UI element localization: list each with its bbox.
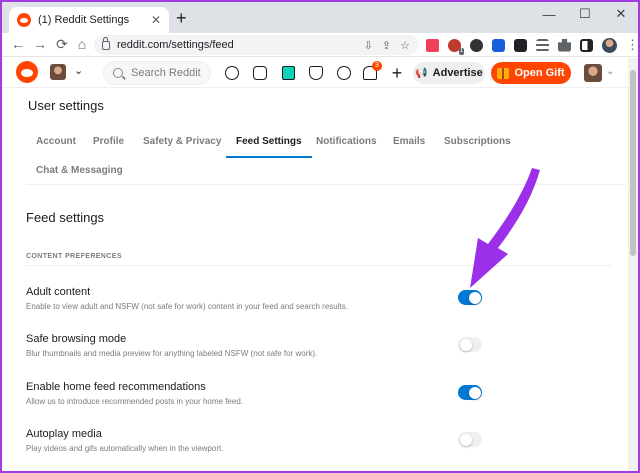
shield-icon[interactable] — [307, 64, 325, 82]
edit-extension-icon[interactable] — [514, 38, 527, 52]
tab-chat-messaging[interactable]: Chat & Messaging — [26, 155, 133, 187]
share-icon[interactable]: ⇪ — [382, 39, 391, 52]
user-avatar[interactable] — [584, 64, 602, 82]
url-text[interactable]: reddit.com/settings/feed — [117, 39, 355, 51]
search-input[interactable]: Search Reddit — [103, 61, 211, 85]
reddit-logo-icon[interactable] — [16, 61, 38, 83]
extensions-area: 1 ⋮ — [426, 37, 638, 55]
pref-description: Blur thumbnails and media preview for an… — [26, 349, 318, 358]
extension-badge: 1 — [458, 47, 464, 55]
advertise-button[interactable]: 📢 Advertise — [413, 62, 485, 84]
home-feed-recommendations-toggle[interactable] — [458, 385, 482, 400]
browser-profile-avatar[interactable] — [602, 37, 617, 53]
pref-title: Autoplay media — [26, 428, 102, 440]
toggle-knob — [468, 386, 481, 399]
address-bar[interactable]: reddit.com/settings/feed ⇩ ⇪ ☆ — [94, 35, 418, 55]
tab-safety-privacy[interactable]: Safety & Privacy — [133, 126, 231, 158]
tab-notifications[interactable]: Notifications — [306, 126, 387, 158]
tab-subscriptions[interactable]: Subscriptions — [434, 126, 521, 158]
scrollbar-thumb[interactable] — [630, 70, 636, 256]
notification-badge: 3 — [372, 61, 382, 71]
back-icon[interactable]: ← — [10, 36, 26, 52]
new-tab-button[interactable]: + — [176, 9, 187, 27]
pref-adult-content: Adult content Enable to view adult and N… — [26, 286, 512, 326]
toggle-knob — [459, 338, 472, 351]
user-menu-chevron-down-icon[interactable]: ⌄ — [606, 66, 614, 77]
autoplay-media-toggle[interactable] — [458, 432, 482, 447]
tab-profile[interactable]: Profile — [83, 126, 134, 158]
tab-account[interactable]: Account — [26, 126, 86, 158]
page-title: User settings — [28, 98, 104, 113]
puzzle-extensions-icon[interactable] — [558, 38, 571, 52]
pref-description: Play videos and gifs automatically when … — [26, 444, 224, 453]
community-avatar[interactable] — [50, 64, 66, 80]
pref-title: Safe browsing mode — [26, 333, 127, 345]
feed-settings-title: Feed settings — [26, 210, 105, 225]
tab-title: (1) Reddit Settings — [38, 14, 130, 26]
tabs-divider — [26, 184, 626, 185]
pref-description: Enable to view adult and NSFW (not safe … — [26, 302, 348, 311]
install-icon[interactable]: ⇩ — [364, 39, 373, 52]
messages-icon[interactable] — [335, 64, 353, 82]
open-gift-label: Open Gift — [514, 67, 565, 79]
community-chevron-down-icon[interactable]: ⌄ — [74, 64, 83, 77]
pref-title: Adult content — [26, 286, 91, 298]
reddit-favicon-icon — [17, 13, 31, 27]
safe-browsing-toggle[interactable] — [458, 337, 482, 352]
browser-window: (1) Reddit Settings ✕ + — ☐ ✕ ← → ⟳ ⌂ re… — [2, 2, 638, 471]
megaphone-icon: 📢 — [415, 67, 428, 79]
create-post-plus-icon[interactable]: + — [388, 63, 406, 83]
search-placeholder: Search Reddit — [131, 67, 201, 79]
pocket-extension-icon[interactable] — [426, 38, 439, 52]
tab-emails[interactable]: Emails — [383, 126, 435, 158]
ninja-extension-icon[interactable] — [470, 38, 483, 52]
browser-menu-icon[interactable]: ⋮ — [626, 37, 638, 53]
tab-strip: (1) Reddit Settings ✕ + — ☐ ✕ — [2, 2, 638, 33]
bookmark-star-icon[interactable]: ☆ — [400, 39, 410, 52]
reload-icon[interactable]: ⟳ — [54, 36, 70, 52]
pref-safe-browsing-mode: Safe browsing mode Blur thumbnails and m… — [26, 333, 512, 373]
close-window-icon[interactable]: ✕ — [614, 6, 628, 22]
gift-icon — [497, 67, 510, 79]
search-icon — [113, 68, 123, 78]
side-panel-icon[interactable] — [580, 38, 593, 52]
adblock-extension-icon[interactable]: 1 — [448, 38, 464, 55]
content-preferences-header: CONTENT PREFERENCES — [26, 253, 122, 260]
chat-bubble-icon[interactable] — [251, 64, 269, 82]
annotation-arrow-icon — [470, 168, 540, 288]
advertise-label: Advertise — [432, 67, 483, 79]
toggle-knob — [468, 291, 481, 304]
forward-icon[interactable]: → — [32, 36, 48, 52]
pref-title: Enable home feed recommendations — [26, 381, 206, 393]
pref-autoplay-media: Autoplay media Play videos and gifs auto… — [26, 428, 512, 468]
toggle-knob — [459, 433, 472, 446]
window-controls: — ☐ ✕ — [542, 6, 628, 22]
reddit-header: ⌄ Search Reddit 3 + 📢 Advertise Open Gif… — [2, 58, 628, 88]
home-icon[interactable]: ⌂ — [74, 36, 90, 52]
adult-content-toggle[interactable] — [458, 290, 482, 305]
minimize-icon[interactable]: — — [542, 7, 556, 22]
pref-description: Allow us to introduce recommended posts … — [26, 397, 244, 406]
pref-home-feed-recommendations: Enable home feed recommendations Allow u… — [26, 381, 512, 421]
list-extension-icon[interactable] — [536, 38, 549, 52]
popular-arrow-icon[interactable] — [223, 64, 241, 82]
maximize-icon[interactable]: ☐ — [578, 6, 592, 22]
tab-close-icon[interactable]: ✕ — [151, 13, 161, 27]
bitwarden-extension-icon[interactable] — [492, 38, 505, 52]
section-divider — [26, 265, 612, 266]
browser-toolbar: ← → ⟳ ⌂ reddit.com/settings/feed ⇩ ⇪ ☆ 1… — [2, 33, 638, 57]
shop-bag-icon[interactable] — [279, 64, 297, 82]
tab-feed-settings[interactable]: Feed Settings — [226, 126, 312, 158]
lock-icon[interactable] — [102, 36, 110, 50]
open-gift-button[interactable]: Open Gift — [491, 62, 571, 84]
browser-tab[interactable]: (1) Reddit Settings ✕ — [9, 7, 169, 33]
